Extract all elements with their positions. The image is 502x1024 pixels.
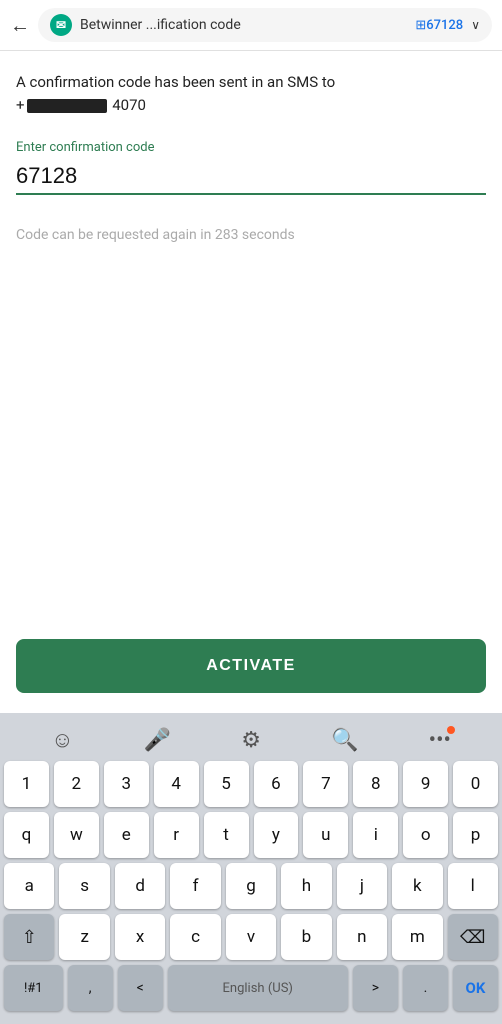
key-f[interactable]: f (170, 863, 220, 909)
key-n[interactable]: n (337, 914, 387, 960)
key-2[interactable]: 2 (54, 761, 99, 807)
key-m[interactable]: m (392, 914, 442, 960)
space-key[interactable]: English (US) (168, 965, 348, 1011)
key-p[interactable]: p (453, 812, 498, 858)
key-c[interactable]: c (170, 914, 220, 960)
bottom-row: !#1 , < English (US) > . OK (0, 965, 502, 1011)
tab-text: Betwinner ...ification code (80, 17, 407, 33)
key-o[interactable]: o (403, 812, 448, 858)
key-x[interactable]: x (115, 914, 165, 960)
key-s[interactable]: s (59, 863, 109, 909)
browser-tab[interactable]: ✉ Betwinner ...ification code ⊞67128 ∨ (38, 8, 492, 42)
more-icon[interactable]: ••• (429, 728, 451, 753)
key-q[interactable]: q (4, 812, 49, 858)
browser-bar: ← ✉ Betwinner ...ification code ⊞67128 ∨ (0, 0, 502, 51)
ok-key[interactable]: OK (453, 965, 498, 1011)
tab-badge: ⊞67128 (415, 18, 463, 33)
asdf-row: a s d f g h j k l (0, 863, 502, 909)
qwerty-row: q w e r t y u i o p (0, 812, 502, 858)
key-k[interactable]: k (392, 863, 442, 909)
number-row: 1 2 3 4 5 6 7 8 9 0 (0, 761, 502, 807)
key-b[interactable]: b (281, 914, 331, 960)
keyboard: ☺ 🎤 ⚙ 🔍 ••• 1 2 3 4 5 6 7 8 9 0 q w e r … (0, 713, 502, 1024)
keyboard-toolbar: ☺ 🎤 ⚙ 🔍 ••• (0, 719, 502, 761)
shift-key[interactable]: ⇧ (4, 914, 54, 960)
key-g[interactable]: g (226, 863, 276, 909)
notification-dot (447, 726, 455, 734)
key-r[interactable]: r (154, 812, 199, 858)
key-3[interactable]: 3 (104, 761, 149, 807)
key-y[interactable]: y (254, 812, 299, 858)
key-9[interactable]: 9 (403, 761, 448, 807)
key-w[interactable]: w (54, 812, 99, 858)
main-content: A confirmation code has been sent in an … (0, 51, 502, 713)
key-v[interactable]: v (226, 914, 276, 960)
key-8[interactable]: 8 (353, 761, 398, 807)
emoji-icon[interactable]: ☺ (51, 727, 73, 753)
zxcv-row: ⇧ z x c v b n m ⌫ (0, 914, 502, 960)
key-z[interactable]: z (59, 914, 109, 960)
key-right-chevron[interactable]: > (353, 965, 398, 1011)
phone-suffix: 4070 (112, 96, 146, 114)
search-icon[interactable]: 🔍 (331, 728, 358, 753)
tab-icon: ✉ (50, 14, 72, 36)
confirmation-code-group: Enter confirmation code (16, 140, 486, 195)
key-7[interactable]: 7 (303, 761, 348, 807)
key-a[interactable]: a (4, 863, 54, 909)
key-e[interactable]: e (104, 812, 149, 858)
delete-key[interactable]: ⌫ (448, 914, 498, 960)
settings-icon[interactable]: ⚙ (241, 728, 261, 753)
sms-notice-text: A confirmation code has been sent in an … (16, 73, 335, 91)
bottom-bar (0, 1016, 502, 1024)
mic-icon[interactable]: 🎤 (144, 728, 171, 753)
tab-dropdown-icon[interactable]: ∨ (471, 18, 480, 32)
key-j[interactable]: j (337, 863, 387, 909)
key-4[interactable]: 4 (154, 761, 199, 807)
phone-redacted (27, 99, 107, 113)
resend-text: Code can be requested again in 283 secon… (16, 227, 486, 243)
symbol-key[interactable]: !#1 (4, 965, 63, 1011)
key-d[interactable]: d (115, 863, 165, 909)
key-6[interactable]: 6 (254, 761, 299, 807)
key-1[interactable]: 1 (4, 761, 49, 807)
key-period[interactable]: . (403, 965, 448, 1011)
input-label: Enter confirmation code (16, 140, 486, 155)
key-left-chevron[interactable]: < (118, 965, 163, 1011)
key-l[interactable]: l (448, 863, 498, 909)
back-button[interactable]: ← (10, 13, 30, 38)
key-comma[interactable]: , (68, 965, 113, 1011)
key-u[interactable]: u (303, 812, 348, 858)
key-h[interactable]: h (281, 863, 331, 909)
confirmation-code-input[interactable] (16, 159, 486, 195)
key-5[interactable]: 5 (204, 761, 249, 807)
key-i[interactable]: i (353, 812, 398, 858)
activate-button[interactable]: ACTIVATE (16, 639, 486, 693)
sms-notice: A confirmation code has been sent in an … (16, 71, 486, 116)
key-t[interactable]: t (204, 812, 249, 858)
key-0[interactable]: 0 (453, 761, 498, 807)
